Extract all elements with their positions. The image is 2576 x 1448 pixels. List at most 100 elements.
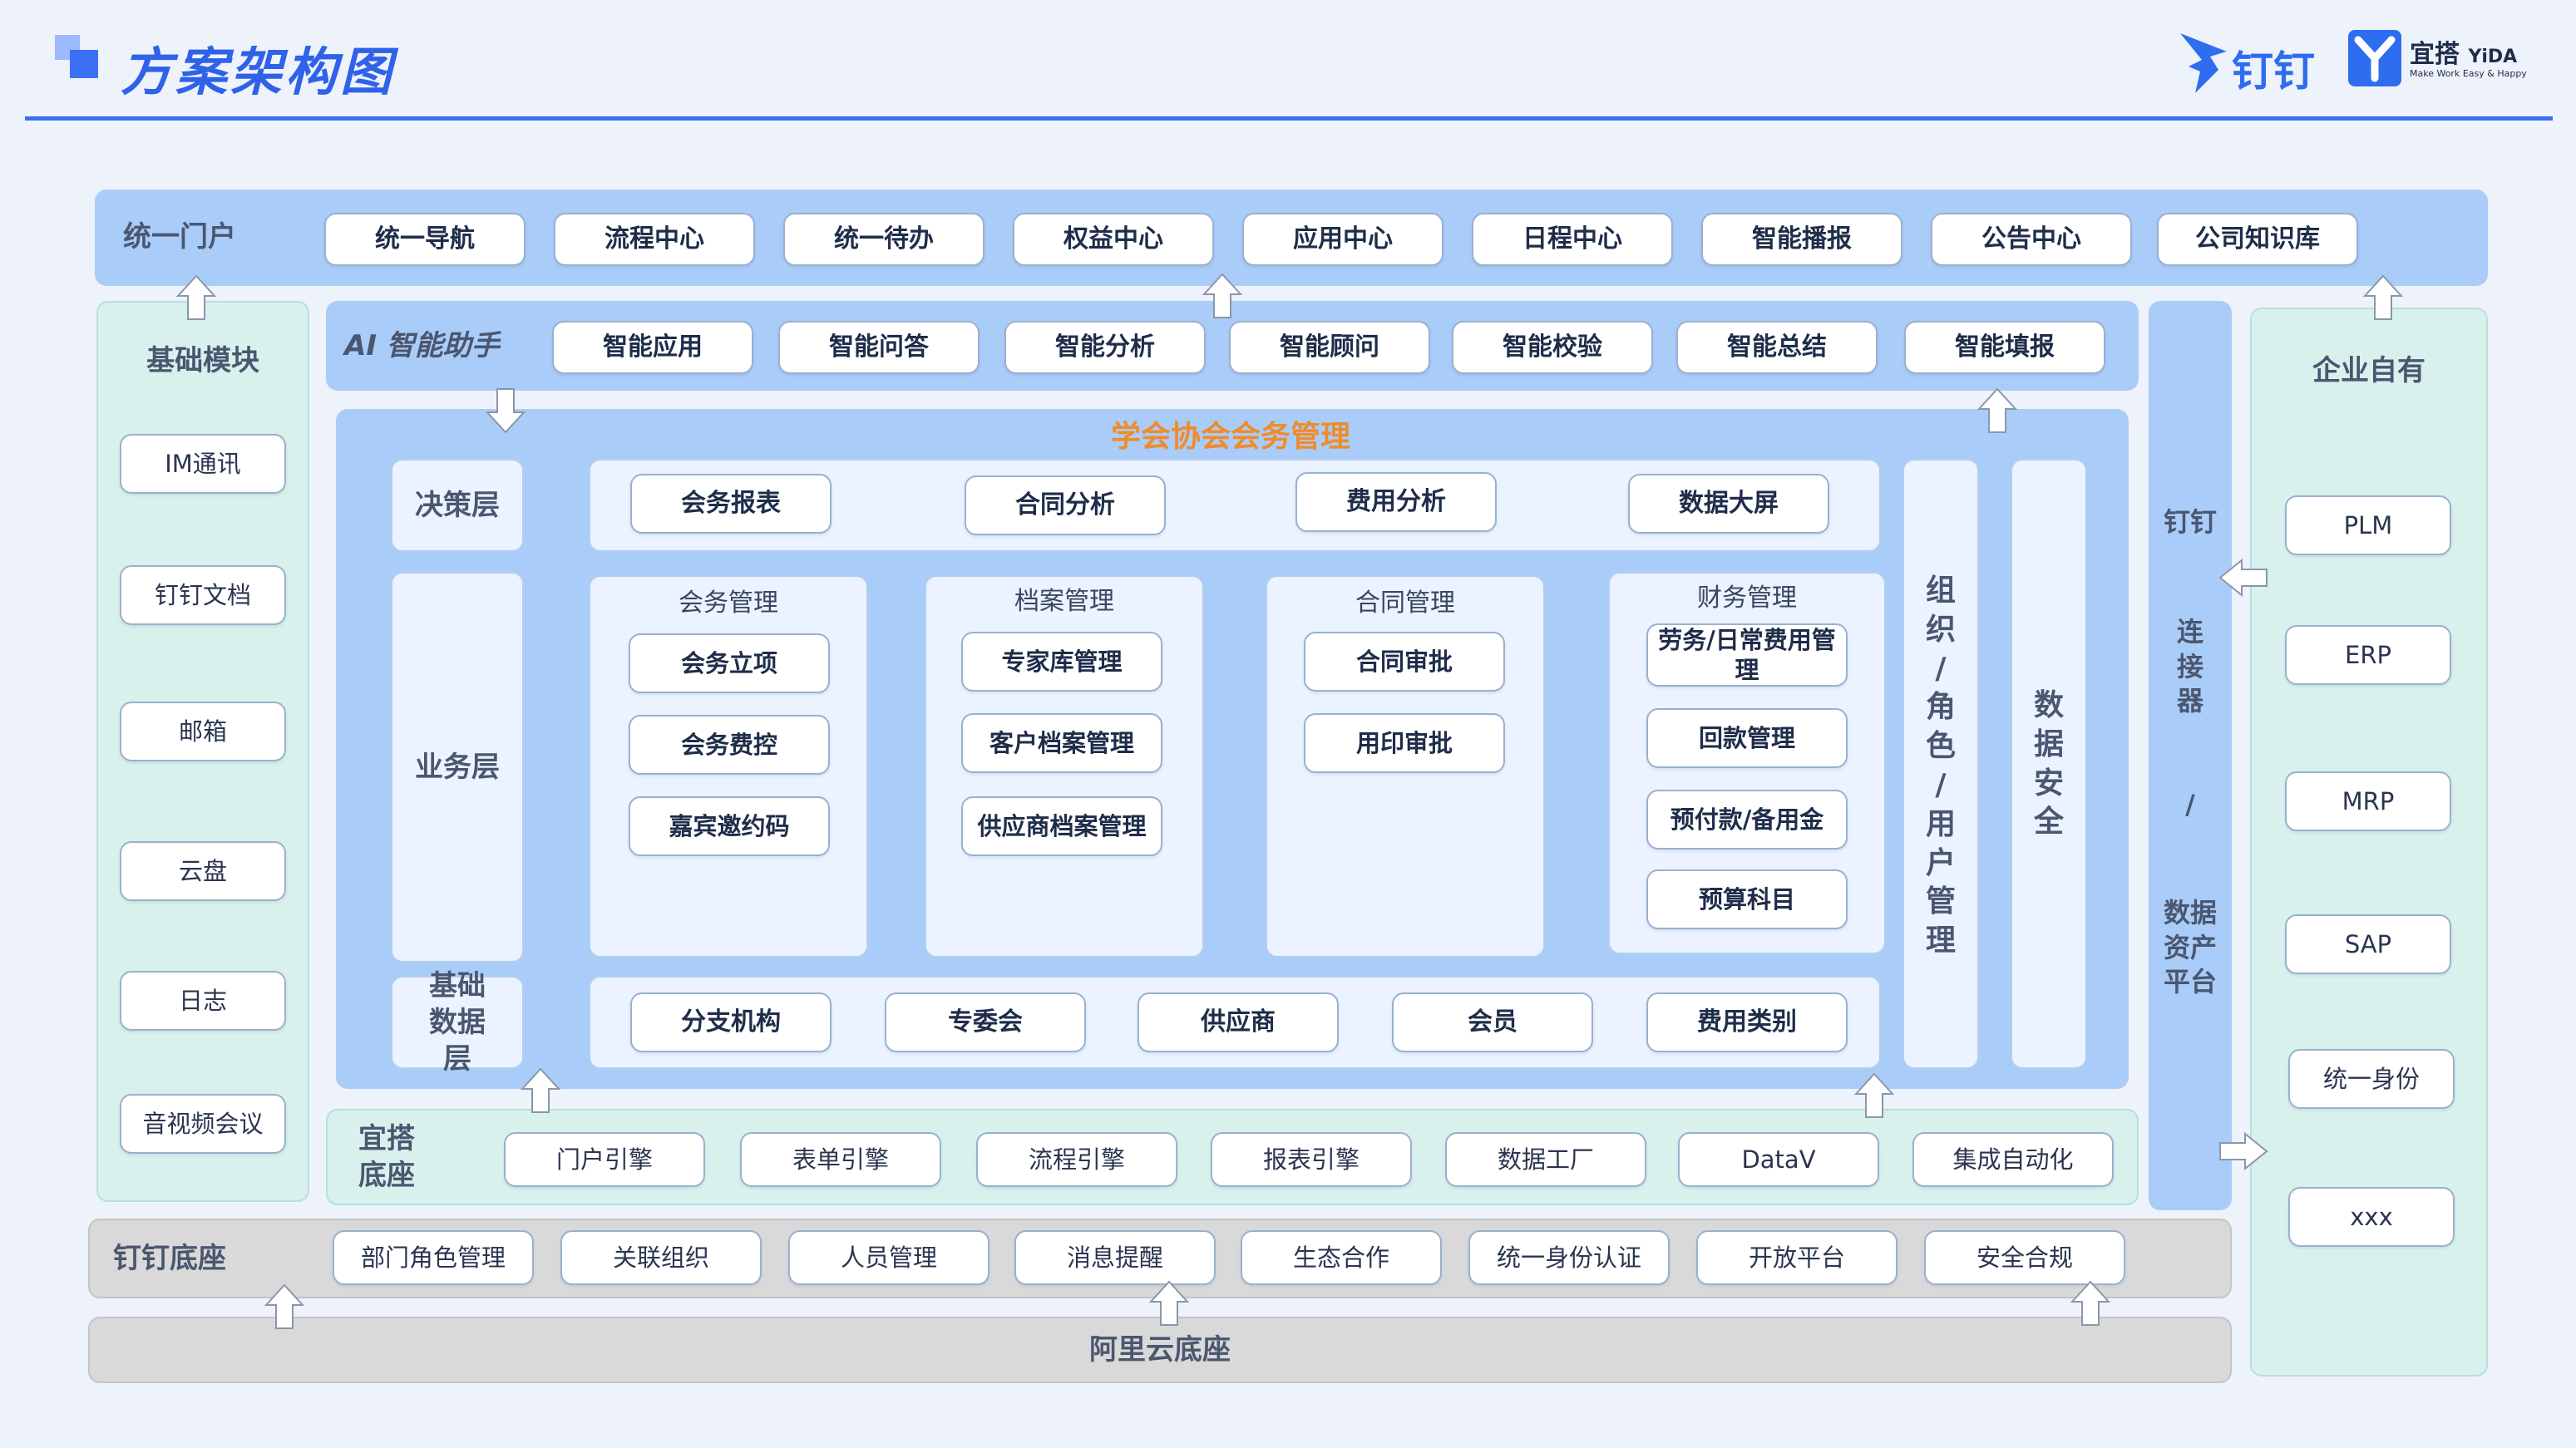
portal-item[interactable]: 日程中心 <box>1472 213 1673 266</box>
portal-item[interactable]: 统一导航 <box>324 213 526 266</box>
decision-item[interactable]: 费用分析 <box>1295 472 1497 532</box>
yida-engine-item[interactable]: 表单引擎 <box>740 1132 941 1187</box>
ai-item[interactable]: 智能总结 <box>1676 321 1878 374</box>
yida-tagline: Make Work Easy & Happy <box>2410 68 2527 79</box>
yida-base-label: 宜搭底座 <box>341 1117 432 1197</box>
business-layer-tag: 业务层 <box>391 572 524 963</box>
enterprise-item[interactable]: SAP <box>2285 914 2451 974</box>
dingtalk-base-item[interactable]: 部门角色管理 <box>333 1230 534 1285</box>
business-item[interactable]: 客户档案管理 <box>961 713 1162 773</box>
ai-item[interactable]: 智能顾问 <box>1229 321 1430 374</box>
connector-line3: / <box>2185 789 2195 820</box>
yida-engine-item[interactable]: DataV <box>1678 1132 1879 1187</box>
portal-item[interactable]: 流程中心 <box>554 213 755 266</box>
page-title: 方案架构图 <box>121 42 396 102</box>
arrow-up-icon <box>264 1283 304 1329</box>
connector-line1: 钉钉 <box>2163 506 2217 538</box>
base-data-layer-tag: 基础数据层 <box>391 969 524 1076</box>
basic-module-item[interactable]: 音视频会议 <box>120 1094 286 1154</box>
dingtalk-base-item[interactable]: 生态合作 <box>1241 1230 1442 1285</box>
dingtalk-base-item[interactable]: 关联组织 <box>560 1230 762 1285</box>
base-data-item[interactable]: 分支机构 <box>630 992 832 1052</box>
yida-engine-item[interactable]: 流程引擎 <box>976 1132 1177 1187</box>
base-data-item[interactable]: 供应商 <box>1137 992 1339 1052</box>
connector-line2: 连接器 <box>2176 616 2203 717</box>
basic-module-item[interactable]: 云盘 <box>120 841 286 901</box>
business-item[interactable]: 专家库管理 <box>961 632 1162 692</box>
ai-item[interactable]: 智能校验 <box>1452 321 1653 374</box>
decision-item[interactable]: 合同分析 <box>965 475 1166 535</box>
basic-module-item[interactable]: IM通讯 <box>120 434 286 494</box>
arrow-up-icon <box>2070 1280 2110 1326</box>
yida-engine-item[interactable]: 数据工厂 <box>1445 1132 1646 1187</box>
data-security-label: 数据安全 <box>2033 688 2064 840</box>
basic-module-item[interactable]: 日志 <box>120 971 286 1031</box>
arrow-left-icon <box>2218 559 2268 597</box>
portal-item[interactable]: 统一待办 <box>783 213 985 266</box>
decision-item[interactable]: 会务报表 <box>630 474 832 534</box>
base-data-item[interactable]: 专委会 <box>885 992 1086 1052</box>
business-item[interactable]: 会务立项 <box>629 633 830 693</box>
enterprise-item[interactable]: 统一身份 <box>2288 1049 2455 1109</box>
business-item[interactable]: 用印审批 <box>1304 713 1505 773</box>
business-item[interactable]: 嘉宾邀约码 <box>629 796 830 856</box>
dingtalk-base-item[interactable]: 安全合规 <box>1924 1230 2125 1285</box>
portal-item[interactable]: 智能播报 <box>1701 213 1902 266</box>
arrow-down-icon <box>486 388 526 434</box>
dingtalk-base-item[interactable]: 人员管理 <box>788 1230 989 1285</box>
arrow-right-icon <box>2219 1132 2268 1170</box>
dingtalk-base-item[interactable]: 开放平台 <box>1696 1230 1897 1285</box>
business-item[interactable]: 预付款/备用金 <box>1646 790 1848 850</box>
aliyun-base-label: 阿里云底座 <box>1089 1332 1231 1367</box>
ai-item[interactable]: 智能分析 <box>1004 321 1206 374</box>
base-data-item[interactable]: 费用类别 <box>1646 992 1848 1052</box>
base-data-item[interactable]: 会员 <box>1392 992 1593 1052</box>
dingtalk-base-item[interactable]: 统一身份认证 <box>1468 1230 1670 1285</box>
business-item[interactable]: 合同审批 <box>1304 632 1505 692</box>
arrow-up-icon <box>1977 387 2017 433</box>
title-icon <box>55 35 105 78</box>
connector-line4: 数据 资产 平台 <box>2163 897 2217 998</box>
business-item[interactable]: 供应商档案管理 <box>961 796 1162 856</box>
arrow-up-icon <box>176 274 216 320</box>
enterprise-label: 企业自有 <box>2312 353 2425 387</box>
group-title-dangan: 档案管理 <box>1014 587 1114 616</box>
yida-engine-item[interactable]: 门户引擎 <box>504 1132 705 1187</box>
basic-module-item[interactable]: 钉钉文档 <box>120 565 286 625</box>
yida-engine-item[interactable]: 报表引擎 <box>1211 1132 1412 1187</box>
dingtalk-logo-text: 钉钉 <box>2232 47 2315 96</box>
yida-y-icon <box>2348 30 2401 86</box>
portal-item[interactable]: 应用中心 <box>1242 213 1443 266</box>
basic-module-item[interactable]: 邮箱 <box>120 702 286 761</box>
business-item[interactable]: 会务费控 <box>629 715 830 775</box>
org-mgmt-label: 组织 / 角色 / 用户管理 <box>1925 574 1956 958</box>
portal-item[interactable]: 公告中心 <box>1931 213 2132 266</box>
business-item[interactable]: 劳务/日常费用管理 <box>1646 623 1848 687</box>
ai-item[interactable]: 智能应用 <box>552 321 753 374</box>
portal-label: 统一门户 <box>123 219 236 254</box>
group-title-huiwu: 会务管理 <box>679 589 778 618</box>
arrow-up-icon <box>1854 1072 1894 1118</box>
ai-item[interactable]: 智能填报 <box>1904 321 2105 374</box>
group-title-hetong: 合同管理 <box>1355 589 1455 618</box>
enterprise-item[interactable]: PLM <box>2285 495 2451 555</box>
enterprise-item[interactable]: xxx <box>2288 1187 2455 1247</box>
yida-engine-item[interactable]: 集成自动化 <box>1912 1132 2114 1187</box>
arrow-up-icon <box>2363 274 2403 320</box>
dingtalk-logo: 钉钉 <box>2177 28 2327 96</box>
ai-item[interactable]: 智能问答 <box>778 321 980 374</box>
portal-item[interactable]: 公司知识库 <box>2157 213 2358 266</box>
base-data-layer-label: 基础数据层 <box>429 968 486 1076</box>
business-item[interactable]: 预算科目 <box>1646 869 1848 929</box>
portal-item[interactable]: 权益中心 <box>1013 213 1214 266</box>
arrow-up-icon <box>521 1067 560 1113</box>
yida-base-label-text: 宜搭底座 <box>358 1121 415 1192</box>
enterprise-item[interactable]: ERP <box>2285 625 2451 685</box>
connector-bar <box>2149 301 2232 1210</box>
business-item[interactable]: 回款管理 <box>1646 708 1848 768</box>
basic-modules-label: 基础模块 <box>146 343 259 377</box>
enterprise-item[interactable]: MRP <box>2285 771 2451 831</box>
dingtalk-base-label: 钉钉底座 <box>113 1241 226 1275</box>
dingtalk-base-item[interactable]: 消息提醒 <box>1014 1230 1216 1285</box>
decision-item[interactable]: 数据大屏 <box>1628 474 1829 534</box>
